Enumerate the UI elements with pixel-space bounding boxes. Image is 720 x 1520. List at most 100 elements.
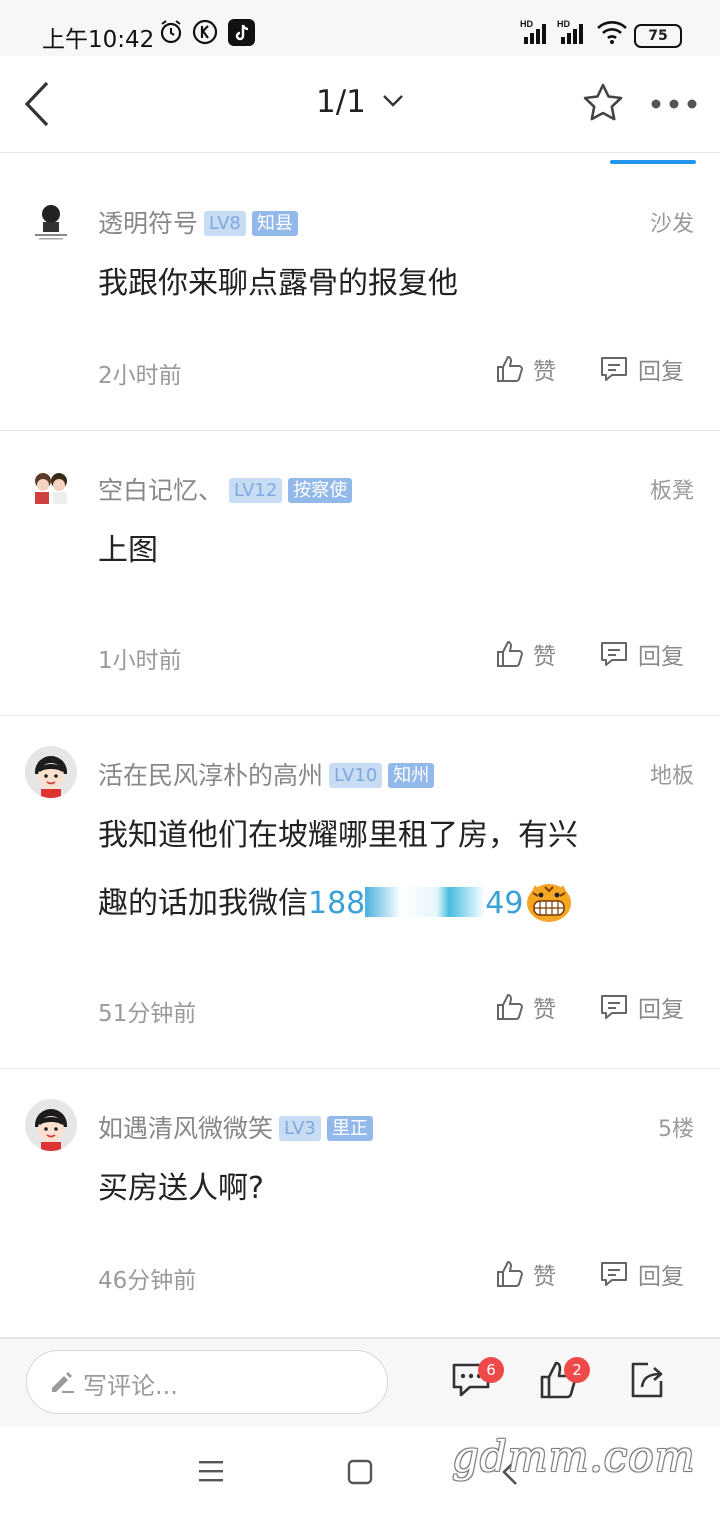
floor-label: 板凳 [649, 479, 694, 504]
reply-label: 回复 [638, 359, 684, 385]
chevron-down-icon[interactable] [382, 94, 404, 108]
like-button[interactable]: 赞 [495, 352, 556, 386]
k-app-icon [192, 19, 218, 45]
more-options-icon[interactable] [650, 98, 698, 110]
like-button[interactable]: 赞 [495, 1257, 556, 1291]
comment-text: 我跟你来聊点露骨的报复他 [98, 266, 458, 301]
like-label: 赞 [533, 644, 556, 670]
battery-indicator: 75 [634, 24, 682, 48]
favorite-star-icon[interactable] [582, 82, 624, 124]
menu-icon[interactable] [198, 1459, 224, 1483]
author-name[interactable]: 活在民风淳朴的高州 [98, 761, 323, 790]
floor-label: 地板 [649, 764, 694, 789]
reply-button[interactable]: 回复 [598, 637, 684, 671]
comment-text-line2: 趣的话加我微信188 49 [98, 870, 678, 938]
back-arrow-icon[interactable] [22, 80, 52, 128]
watermark: gdmm.com [452, 1432, 696, 1481]
comment-toolbar: 写评论... 6 2 [0, 1338, 720, 1427]
reply-bubble-icon [601, 357, 627, 381]
comment-time: 51分钟前 [98, 1001, 197, 1027]
comments-button[interactable]: 6 [450, 1357, 504, 1405]
reply-label: 回复 [638, 997, 684, 1023]
reply-button[interactable]: 回复 [598, 352, 684, 386]
comment-author: 透明符号 LV8 知县 [98, 204, 298, 240]
avatar[interactable] [25, 194, 77, 246]
signal-icon-2: HD [557, 19, 583, 44]
comment-author: 如遇清风微微笑 LV3 里正 [98, 1109, 373, 1145]
comment-text-line1: 我知道他们在坡耀哪里租了房，有兴 [98, 818, 578, 853]
avatar-image [25, 1099, 77, 1151]
comment-item: 如遇清风微微笑 LV3 里正 5楼 买房送人啊? 46分钟前 赞 回复 [0, 1069, 720, 1338]
top-nav-bar: 1/1 [0, 56, 720, 153]
comment-item: 空白记忆、 LV12 按察使 板凳 上图 1小时前 赞 回复 [0, 431, 720, 716]
comment-text: 上图 [98, 533, 158, 568]
alarm-icon [160, 20, 182, 44]
comment-text: 我知道他们在坡耀哪里租了房，有兴 趣的话加我微信188 49 [98, 802, 678, 938]
thumbs-up-icon [497, 993, 524, 1020]
comment-item: 透明符号 LV8 知县 沙发 我跟你来聊点露骨的报复他 2小时前 赞 回复 [0, 168, 720, 431]
title-badge: 知县 [251, 211, 298, 236]
like-button[interactable]: 赞 [495, 637, 556, 671]
floor-label: 5楼 [658, 1117, 694, 1142]
thumbs-up-icon [497, 640, 524, 667]
comment-count-badge: 6 [478, 1357, 504, 1383]
avatar-image [35, 473, 67, 504]
level-badge: LV8 [204, 211, 246, 236]
share-icon [631, 1362, 663, 1398]
wifi-icon [597, 21, 627, 44]
reply-button[interactable]: 回复 [598, 990, 684, 1024]
title-badge: 按察使 [288, 478, 353, 503]
status-time: 上午10:42 [42, 27, 155, 53]
like-post-button[interactable]: 2 [538, 1357, 590, 1405]
like-label: 赞 [533, 997, 556, 1023]
grinning-tiger-emoji-icon [527, 884, 572, 922]
thumbs-up-icon [497, 355, 524, 382]
reply-label: 回复 [638, 1264, 684, 1290]
share-button[interactable] [626, 1359, 668, 1405]
signal-icon-1: HD [520, 19, 546, 44]
pencil-icon [52, 1372, 74, 1393]
avatar-image [25, 746, 77, 798]
author-name[interactable]: 透明符号 [98, 209, 198, 238]
tiktok-icon [228, 19, 255, 46]
comment-input[interactable]: 写评论... [26, 1350, 388, 1414]
avatar[interactable] [25, 746, 77, 798]
phone-number-start: 188 [308, 886, 366, 921]
reply-bubble-icon [601, 995, 627, 1019]
comment-author: 空白记忆、 LV12 按察使 [98, 471, 353, 507]
title-badge: 知州 [388, 763, 435, 788]
reply-button[interactable]: 回复 [598, 1257, 684, 1291]
signal-2-label: HD [557, 19, 570, 29]
author-name[interactable]: 空白记忆、 [98, 476, 223, 505]
like-button[interactable]: 赞 [495, 990, 556, 1024]
comment-time: 2小时前 [98, 363, 182, 389]
reply-bubble-icon [601, 1262, 627, 1286]
comment-text: 买房送人啊? [98, 1171, 264, 1206]
like-label: 赞 [533, 359, 556, 385]
comment-author: 活在民风淳朴的高州 LV10 知州 [98, 756, 435, 792]
thumbs-up-icon [497, 1260, 524, 1287]
signal-1-label: HD [520, 19, 533, 29]
avatar[interactable] [25, 1099, 77, 1151]
comment-time: 46分钟前 [98, 1268, 197, 1294]
floor-label: 沙发 [649, 212, 694, 237]
like-label: 赞 [533, 1264, 556, 1290]
author-name[interactable]: 如遇清风微微笑 [98, 1114, 273, 1143]
home-icon[interactable] [347, 1459, 373, 1485]
comment-item: 活在民风淳朴的高州 LV10 知州 地板 我知道他们在坡耀哪里租了房，有兴 趣的话加… [0, 716, 720, 1069]
avatar[interactable] [25, 461, 77, 513]
phone-number-end: 49 [485, 886, 524, 921]
comment-placeholder: 写评论... [83, 1372, 178, 1400]
comment-time: 1小时前 [98, 648, 182, 674]
reply-bubble-icon [601, 642, 627, 666]
page-indicator[interactable]: 1/1 [316, 84, 366, 120]
level-badge: LV12 [229, 478, 283, 503]
comment-text-prefix: 趣的话加我微信 [98, 886, 308, 921]
title-badge: 里正 [326, 1116, 373, 1141]
reply-label: 回复 [638, 644, 684, 670]
status-bar: 上午10:42 HD HD 75 [0, 0, 720, 56]
like-count-badge: 2 [564, 1357, 590, 1383]
redacted-blur [365, 887, 486, 917]
level-badge: LV3 [279, 1116, 321, 1141]
tab-indicator [610, 160, 696, 164]
